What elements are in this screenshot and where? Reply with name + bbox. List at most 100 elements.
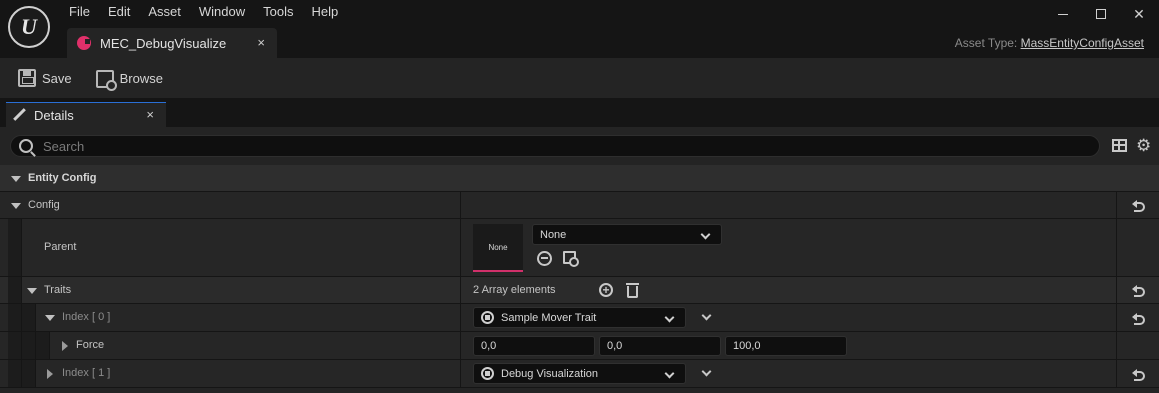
parent-asset-combo[interactable]: None bbox=[532, 224, 722, 245]
browse-asset-icon[interactable] bbox=[563, 251, 579, 267]
grid-icon[interactable] bbox=[1112, 139, 1127, 152]
menu-help[interactable]: Help bbox=[302, 3, 347, 21]
maximize-button[interactable] bbox=[1093, 6, 1109, 22]
force-z-field[interactable]: 100,0 bbox=[725, 336, 847, 356]
force-label: Force bbox=[76, 339, 105, 351]
minimize-button[interactable] bbox=[1055, 6, 1071, 22]
chevron-down-icon[interactable] bbox=[701, 310, 712, 321]
details-tab[interactable]: Details × bbox=[6, 102, 166, 127]
browse-button[interactable]: Browse bbox=[95, 68, 163, 91]
traits-reset-cell bbox=[1116, 277, 1159, 303]
menu-tools[interactable]: Tools bbox=[254, 3, 302, 21]
trait-class-value: Sample Mover Trait bbox=[501, 311, 597, 324]
indent-guide bbox=[22, 332, 36, 359]
expand-arrow-icon[interactable] bbox=[45, 315, 55, 321]
save-button[interactable]: Save bbox=[18, 69, 72, 87]
index0-reset-cell bbox=[1116, 304, 1159, 331]
add-element-icon[interactable]: + bbox=[599, 283, 613, 297]
gear-icon[interactable]: ⚙ bbox=[1136, 137, 1151, 154]
details-panel: Search ⚙ Entity Config Config Parent Non… bbox=[0, 127, 1159, 393]
menu-bar: File Edit Asset Window Tools Help bbox=[60, 3, 347, 21]
menu-window[interactable]: Window bbox=[190, 3, 254, 21]
traits-label: Traits bbox=[44, 284, 72, 296]
reset-icon[interactable] bbox=[1131, 285, 1145, 297]
window-controls: ✕ bbox=[1055, 6, 1147, 22]
chevron-down-icon bbox=[664, 368, 675, 379]
trait-class-combo[interactable]: Debug Visualization bbox=[473, 363, 686, 384]
indent-guide bbox=[22, 360, 36, 387]
browse-label: Browse bbox=[119, 70, 163, 86]
unreal-logo-icon[interactable]: U bbox=[8, 6, 50, 48]
reset-icon[interactable] bbox=[1131, 368, 1145, 381]
browse-icon bbox=[95, 70, 117, 91]
save-icon bbox=[18, 69, 36, 87]
expand-arrow-icon[interactable] bbox=[11, 176, 21, 182]
search-icon bbox=[19, 139, 33, 153]
asset-thumbnail[interactable]: None bbox=[473, 224, 523, 272]
parent-label: Parent bbox=[44, 241, 77, 253]
expand-arrow-icon[interactable] bbox=[27, 288, 37, 294]
index0-name-cell: Index [ 0 ] bbox=[0, 304, 459, 331]
config-row: Config bbox=[0, 192, 1159, 219]
menu-file[interactable]: File bbox=[60, 3, 99, 21]
category-entity-config[interactable]: Entity Config bbox=[0, 165, 1159, 192]
config-name-cell: Config bbox=[0, 192, 459, 218]
save-label: Save bbox=[42, 70, 72, 86]
config-reset-cell bbox=[1116, 192, 1159, 218]
parent-name-cell: Parent bbox=[0, 219, 459, 276]
menu-edit[interactable]: Edit bbox=[99, 3, 139, 21]
trait-class-combo[interactable]: Sample Mover Trait bbox=[473, 307, 686, 328]
config-label: Config bbox=[28, 199, 60, 211]
force-x-field[interactable]: 0,0 bbox=[473, 336, 595, 356]
use-selected-icon[interactable] bbox=[537, 251, 552, 266]
minimize-icon bbox=[1058, 14, 1068, 15]
document-tab-close-button[interactable]: × bbox=[257, 35, 265, 50]
document-tab[interactable]: MEC_DebugVisualize × bbox=[67, 28, 277, 58]
details-tab-close-button[interactable]: × bbox=[146, 107, 154, 122]
traits-value-cell: 2 Array elements + bbox=[460, 277, 1116, 303]
index-number: [ 0 ] bbox=[91, 311, 111, 323]
index1-name-cell: Index [ 1 ] bbox=[0, 360, 459, 387]
asset-type-link[interactable]: MassEntityConfigAsset bbox=[1021, 36, 1144, 50]
title-bar: U File Edit Asset Window Tools Help ✕ ME… bbox=[0, 0, 1159, 58]
maximize-icon bbox=[1096, 9, 1106, 19]
expand-arrow-icon[interactable] bbox=[47, 369, 53, 379]
expand-arrow-icon[interactable] bbox=[62, 341, 68, 351]
array-summary: 2 Array elements bbox=[473, 284, 556, 296]
chevron-down-icon[interactable] bbox=[701, 366, 712, 377]
indent-guide bbox=[8, 332, 22, 359]
parent-row: Parent None None bbox=[0, 219, 1159, 277]
panel-tab-strip: Details × bbox=[0, 98, 1159, 127]
force-y-field[interactable]: 0,0 bbox=[599, 336, 721, 356]
asset-toolbar: Save Browse bbox=[0, 58, 1159, 98]
indent-guide bbox=[36, 332, 50, 359]
menu-asset[interactable]: Asset bbox=[139, 3, 190, 21]
chevron-down-icon bbox=[664, 312, 675, 323]
index1-value-cell: Debug Visualization bbox=[460, 360, 1116, 387]
trash-icon[interactable] bbox=[626, 283, 639, 298]
reset-icon[interactable] bbox=[1131, 312, 1145, 325]
force-reset-cell bbox=[1116, 332, 1159, 359]
parent-reset-cell bbox=[1116, 219, 1159, 276]
indent-guide bbox=[8, 360, 22, 387]
indent-guide bbox=[8, 219, 22, 276]
category-entity-config-label: Entity Config bbox=[28, 172, 97, 184]
close-window-button[interactable]: ✕ bbox=[1131, 6, 1147, 22]
logo-letter: U bbox=[21, 14, 37, 39]
trait-element-row: Index [ 0 ] Sample Mover Trait bbox=[0, 304, 1159, 332]
asset-type: Asset Type: MassEntityConfigAsset bbox=[955, 36, 1144, 50]
asset-type-label: Asset Type: bbox=[954, 36, 1018, 50]
search-placeholder: Search bbox=[43, 138, 85, 154]
chevron-down-icon bbox=[700, 229, 711, 240]
reset-icon[interactable] bbox=[1131, 200, 1145, 212]
search-input[interactable]: Search bbox=[10, 135, 1100, 157]
indent-guide bbox=[22, 304, 36, 331]
expand-arrow-icon[interactable] bbox=[11, 203, 21, 209]
trait-element-row: Index [ 1 ] Debug Visualization bbox=[0, 360, 1159, 388]
index0-label: Index [ 0 ] bbox=[62, 311, 110, 323]
trait-icon bbox=[481, 311, 494, 324]
parent-asset-value: None bbox=[540, 228, 567, 241]
pencil-icon bbox=[12, 108, 26, 122]
asset-type-icon bbox=[77, 36, 91, 50]
parent-value-cell: None None bbox=[460, 219, 1116, 276]
